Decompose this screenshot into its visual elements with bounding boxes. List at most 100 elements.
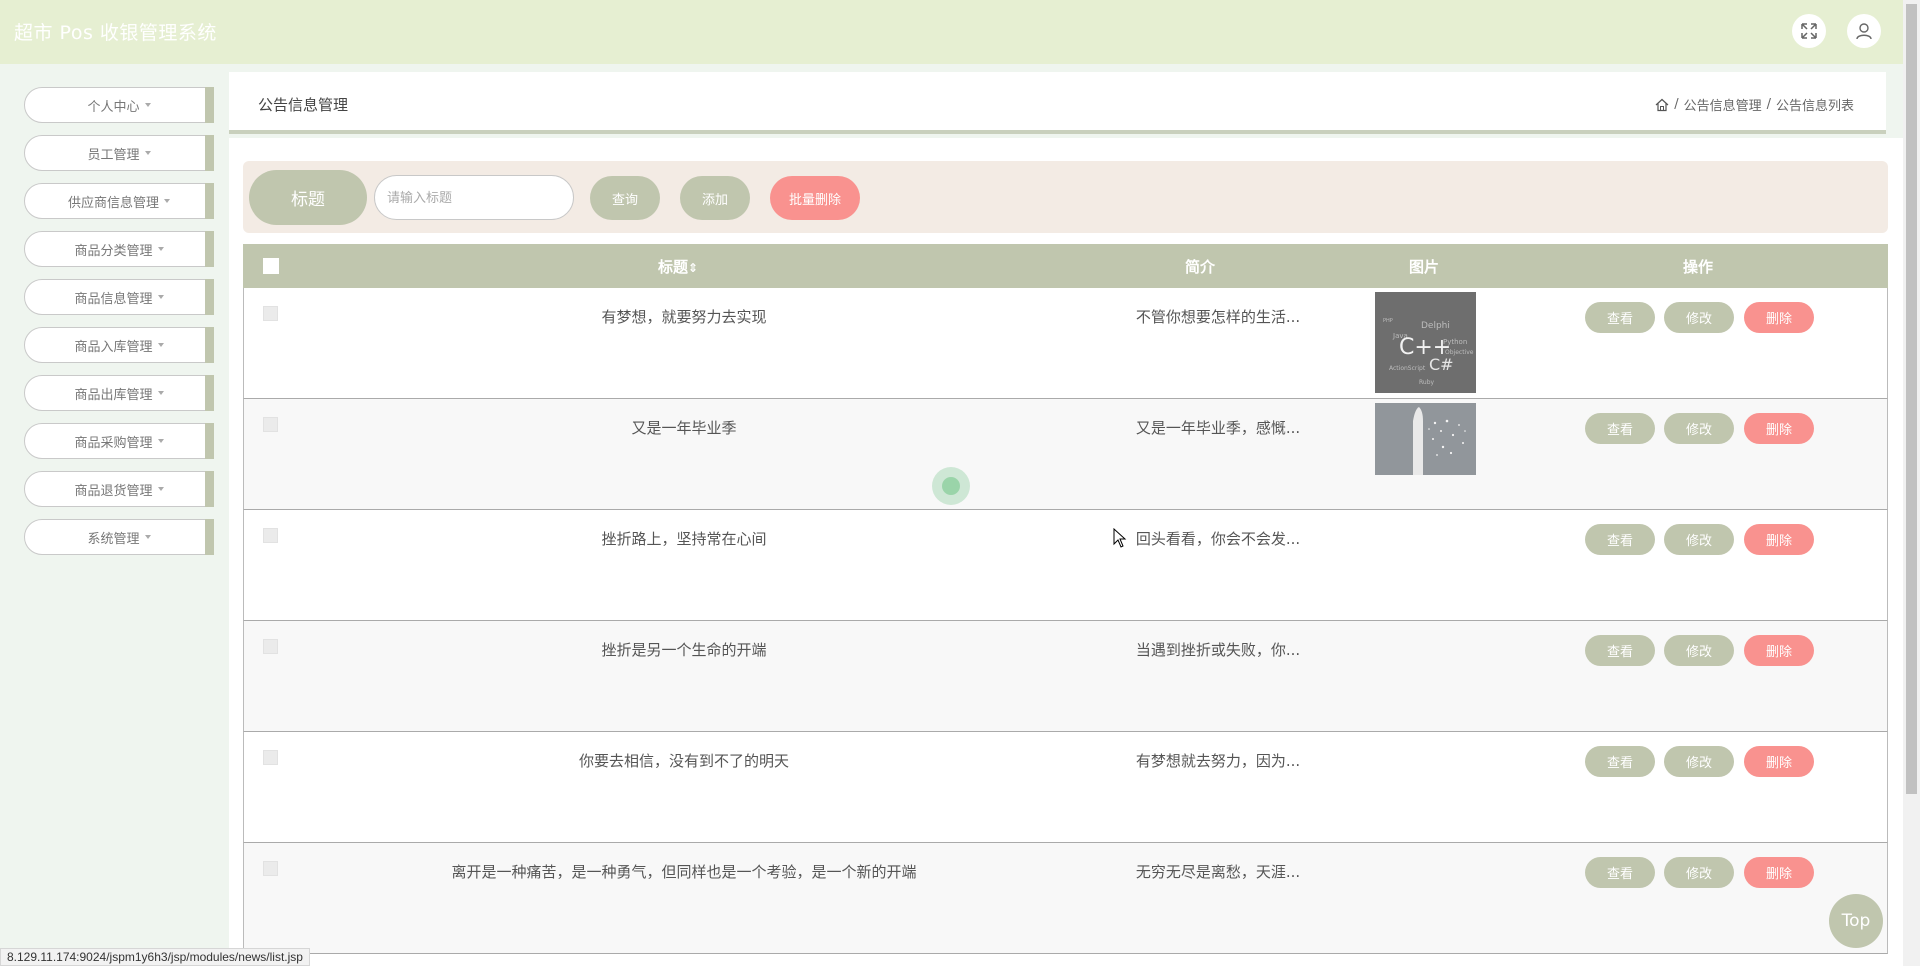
svg-text:ActionScript: ActionScript: [1389, 365, 1426, 372]
view-button[interactable]: 查看: [1585, 635, 1655, 666]
edit-button[interactable]: 修改: [1664, 524, 1734, 555]
search-bar: 标题 查询 添加 批量删除: [243, 161, 1888, 233]
scrollbar[interactable]: [1903, 0, 1920, 966]
fullscreen-button[interactable]: [1792, 14, 1826, 48]
edit-button[interactable]: 修改: [1664, 746, 1734, 777]
sidebar-item-bar: [205, 183, 214, 219]
cell-title: 有梦想，就要努力去实现: [601, 308, 767, 326]
top-header: 超市 Pos 收银管理系统: [0, 0, 1903, 64]
column-header-title[interactable]: 标题⇕: [658, 256, 698, 277]
sidebar-item-bar: [205, 519, 214, 555]
edit-button[interactable]: 修改: [1664, 413, 1734, 444]
view-button[interactable]: 查看: [1585, 746, 1655, 777]
breadcrumb-item[interactable]: 公告信息管理: [1684, 95, 1762, 114]
table-row: 挫折是另一个生命的开端 当遇到挫折或失败，你... 查看 修改 删除: [243, 621, 1888, 732]
click-ripple: [932, 467, 970, 505]
title-search-input[interactable]: [374, 175, 574, 220]
sidebar-item-label: 供应商信息管理: [67, 195, 159, 211]
caret-down-icon: [157, 439, 164, 443]
sidebar-item-personal-center[interactable]: 个人中心: [24, 87, 214, 123]
cell-title: 你要去相信，没有到不了的明天: [578, 752, 789, 770]
sort-icon[interactable]: ⇕: [688, 261, 698, 275]
cell-intro: 无穷无尽是离愁，天涯...: [1135, 863, 1301, 881]
table-header: 标题⇕ 简介 图片 操作: [243, 244, 1888, 288]
column-header-title-label: 标题: [658, 258, 689, 276]
delete-button[interactable]: 删除: [1744, 302, 1814, 333]
query-button[interactable]: 查询: [590, 176, 660, 220]
delete-button[interactable]: 删除: [1744, 524, 1814, 555]
app-title: 超市 Pos 收银管理系统: [14, 22, 217, 44]
cell-intro: 又是一年毕业季，感慨...: [1135, 419, 1301, 437]
row-image[interactable]: [1375, 403, 1476, 479]
svg-text:Objective: Objective: [1445, 349, 1474, 356]
sidebar-item-system[interactable]: 系统管理: [24, 519, 214, 555]
sidebar-item-bar: [205, 471, 214, 507]
caret-down-icon: [164, 199, 170, 203]
view-button[interactable]: 查看: [1585, 857, 1655, 888]
back-to-top-button[interactable]: Top: [1829, 894, 1883, 948]
row-image[interactable]: Delphi Java C++ C# Python ActionScript R…: [1375, 292, 1476, 397]
sidebar-item-label: 员工管理: [87, 147, 140, 163]
delete-button[interactable]: 删除: [1744, 413, 1814, 444]
sidebar-item-product-info[interactable]: 商品信息管理: [24, 279, 214, 315]
cell-intro: 有梦想就去努力，因为...: [1135, 752, 1301, 770]
sidebar-item-label: 商品采购管理: [74, 435, 153, 451]
sidebar-item-supplier[interactable]: 供应商信息管理: [24, 183, 214, 219]
edit-button[interactable]: 修改: [1664, 302, 1734, 333]
sidebar-item-bar: [205, 279, 214, 315]
svg-text:Python: Python: [1443, 338, 1467, 346]
view-button[interactable]: 查看: [1585, 413, 1655, 444]
sidebar-item-stock-in[interactable]: 商品入库管理: [24, 327, 214, 363]
breadcrumb-separator: /: [1766, 97, 1771, 112]
scrollbar-thumb[interactable]: [1906, 4, 1917, 794]
delete-button[interactable]: 删除: [1744, 746, 1814, 777]
news-table: 标题⇕ 简介 图片 操作 有梦想，就要努力去实现 不管你想要怎样的生活... D…: [243, 244, 1888, 954]
sidebar-item-label: 商品退货管理: [74, 483, 153, 499]
mouse-cursor-icon: [1113, 528, 1127, 548]
rocket-launch-image: [1375, 403, 1476, 475]
select-all-checkbox[interactable]: [263, 258, 279, 274]
sidebar-item-bar: [205, 231, 214, 267]
edit-button[interactable]: 修改: [1664, 857, 1734, 888]
search-label: 标题: [249, 170, 367, 225]
caret-down-icon: [144, 535, 151, 539]
home-icon[interactable]: [1655, 98, 1669, 112]
caret-down-icon: [157, 247, 164, 251]
delete-button[interactable]: 删除: [1744, 635, 1814, 666]
sidebar-item-stock-out[interactable]: 商品出库管理: [24, 375, 214, 411]
svg-text:C#: C#: [1429, 355, 1454, 374]
column-header-image: 图片: [1409, 258, 1440, 276]
sidebar-item-staff[interactable]: 员工管理: [24, 135, 214, 171]
page-header: 公告信息管理 / 公告信息管理 / 公告信息列表: [229, 72, 1886, 134]
sidebar-item-bar: [205, 375, 214, 411]
sidebar-item-purchase[interactable]: 商品采购管理: [24, 423, 214, 459]
expand-icon: [1801, 23, 1817, 39]
table-row: 挫折路上，坚持常在心间 回头看看，你会不会发... 查看 修改 删除: [243, 510, 1888, 621]
svg-text:Delphi: Delphi: [1421, 321, 1450, 331]
page-title: 公告信息管理: [258, 96, 349, 114]
caret-down-icon: [157, 343, 164, 347]
cpp-wordcloud-image: Delphi Java C++ C# Python ActionScript R…: [1375, 292, 1476, 393]
breadcrumb-item-current: 公告信息列表: [1775, 99, 1854, 114]
caret-down-icon: [157, 487, 164, 491]
sidebar-item-returns[interactable]: 商品退货管理: [24, 471, 214, 507]
user-button[interactable]: [1847, 14, 1881, 48]
caret-down-icon: [144, 103, 151, 107]
svg-text:Ruby: Ruby: [1419, 379, 1435, 386]
view-button[interactable]: 查看: [1585, 302, 1655, 333]
delete-button[interactable]: 删除: [1744, 857, 1814, 888]
batch-delete-button[interactable]: 批量删除: [770, 176, 860, 220]
sidebar-item-bar: [205, 87, 214, 123]
cell-title: 挫折是另一个生命的开端: [601, 641, 767, 659]
user-icon: [1856, 23, 1872, 40]
add-button[interactable]: 添加: [680, 176, 750, 220]
cell-intro: 回头看看，你会不会发...: [1135, 530, 1301, 548]
caret-down-icon: [157, 391, 164, 395]
edit-button[interactable]: 修改: [1664, 635, 1734, 666]
sidebar-item-category[interactable]: 商品分类管理: [24, 231, 214, 267]
sidebar-item-label: 商品出库管理: [74, 387, 153, 403]
cell-intro: 当遇到挫折或失败，你...: [1135, 641, 1301, 659]
view-button[interactable]: 查看: [1585, 524, 1655, 555]
sidebar-item-label: 个人中心: [87, 99, 140, 115]
table-row: 又是一年毕业季 又是一年毕业季，感慨... 查看 修改 删除: [243, 399, 1888, 510]
